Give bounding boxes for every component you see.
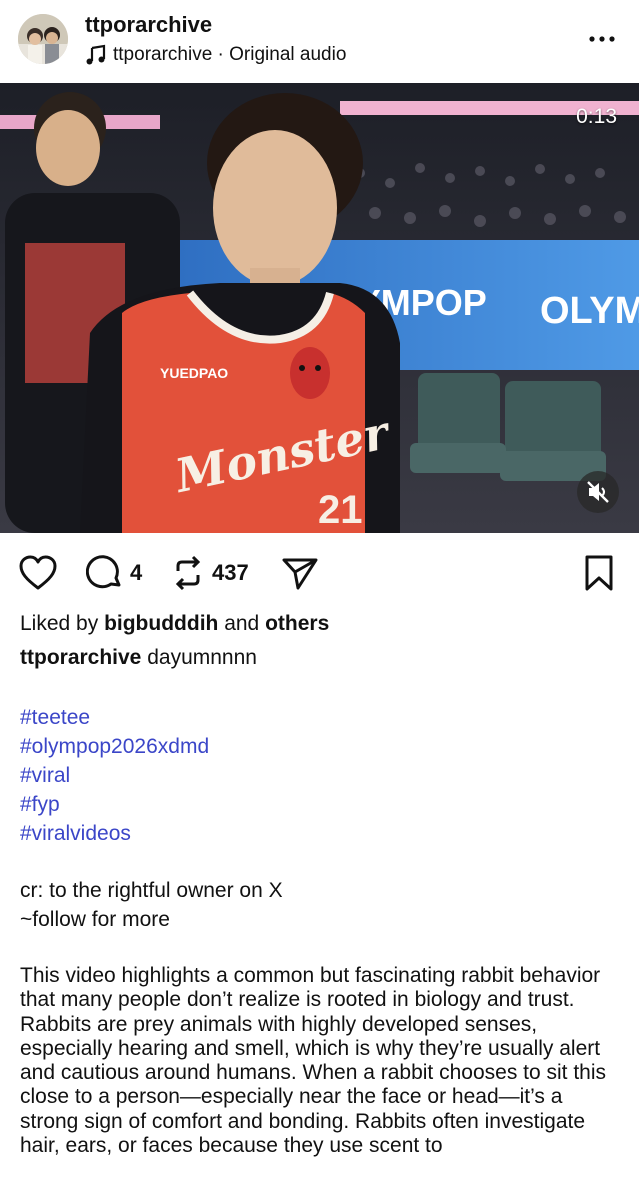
- volume-muted-icon: [587, 481, 609, 503]
- credit-line: ~follow for more: [20, 908, 170, 931]
- hashtag-link[interactable]: #fyp: [20, 790, 209, 819]
- mute-button[interactable]: [577, 471, 619, 513]
- video-frame: OLYMPOP OLYM YUEDPAO Monster 21: [0, 83, 639, 533]
- liked-by-line: Liked by bigbudddih and others: [20, 612, 329, 636]
- action-bar: 4 437: [0, 546, 639, 602]
- hashtag-link[interactable]: #viralvideos: [20, 819, 209, 848]
- audio-label: ttporarchive · Original audio: [113, 44, 347, 65]
- share-button[interactable]: [280, 554, 320, 592]
- liked-user-link[interactable]: bigbudddih: [104, 612, 218, 635]
- hashtag-link[interactable]: #teetee: [20, 703, 209, 732]
- repost-button[interactable]: 437: [170, 554, 249, 592]
- video-player[interactable]: OLYMPOP OLYM YUEDPAO Monster 21 0:13: [0, 83, 639, 533]
- like-button[interactable]: [18, 554, 58, 592]
- liked-others-link[interactable]: others: [265, 612, 329, 635]
- avatar-photo: [18, 14, 68, 64]
- bookmark-icon: [585, 555, 613, 591]
- repost-count: 437: [212, 560, 249, 585]
- comment-button[interactable]: 4: [86, 554, 142, 592]
- send-icon: [282, 558, 318, 590]
- more-dots-icon[interactable]: [587, 24, 617, 54]
- caption: ttporarchive dayumnnnn: [20, 646, 257, 670]
- credit-line: cr: to the rightful owner on X: [20, 879, 283, 902]
- caption-text: dayumnnnn: [141, 646, 257, 669]
- save-button[interactable]: [582, 554, 616, 592]
- jersey-number: 21: [318, 488, 363, 532]
- credit-text: cr: to the rightful owner on X ~follow f…: [20, 876, 283, 934]
- jersey-brand: YUEDPAO: [160, 365, 228, 381]
- repost-icon: [175, 555, 201, 591]
- hashtag-link[interactable]: #viral: [20, 761, 209, 790]
- audio-row[interactable]: ttporarchive · Original audio: [85, 44, 346, 66]
- comment-count: 4: [130, 560, 143, 585]
- description-text: This video highlights a common but fasci…: [20, 964, 607, 1158]
- liked-mid: and: [218, 612, 266, 635]
- comment-icon: [86, 555, 121, 589]
- banner-text-right: OLYM: [540, 290, 639, 332]
- caption-username[interactable]: ttporarchive: [20, 646, 141, 669]
- hashtag-list: #teetee #olympop2026xdmd #viral #fyp #vi…: [20, 703, 209, 848]
- avatar[interactable]: [18, 14, 68, 64]
- username[interactable]: ttporarchive: [85, 12, 212, 38]
- hashtag-link[interactable]: #olympop2026xdmd: [20, 732, 209, 761]
- liked-prefix: Liked by: [20, 612, 105, 635]
- music-note-icon: [86, 44, 106, 65]
- post-header: ttporarchive ttporarchive · Original aud…: [0, 0, 639, 82]
- heart-icon: [19, 555, 57, 590]
- video-timestamp: 0:13: [576, 105, 617, 128]
